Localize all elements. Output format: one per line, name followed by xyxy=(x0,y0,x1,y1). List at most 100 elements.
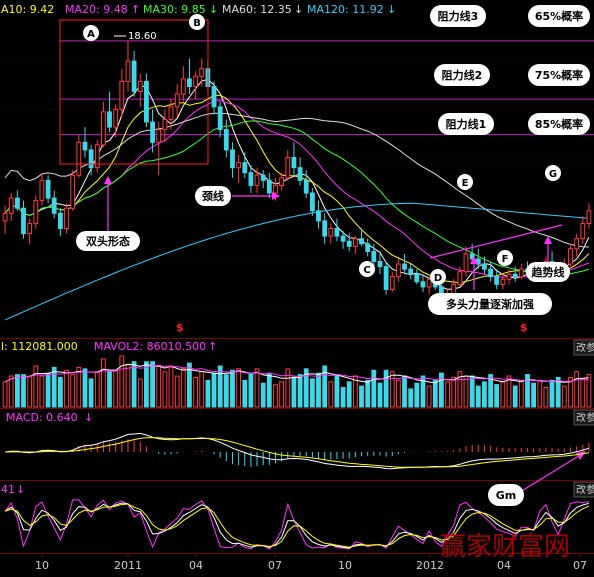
candle-body xyxy=(137,80,143,93)
candle-body xyxy=(500,278,506,285)
point-e-label: E xyxy=(462,178,469,189)
candle-body xyxy=(187,78,192,88)
candle-body xyxy=(506,273,512,280)
candle-body xyxy=(402,263,407,270)
candle-body xyxy=(346,240,352,247)
candle-body xyxy=(230,149,235,169)
volume-bar xyxy=(414,382,420,408)
volume-bar xyxy=(131,361,137,408)
x-axis-ticks: 10 2011 04 07 10 2012 04 07 xyxy=(35,553,587,572)
candle-body xyxy=(383,266,389,290)
candle-body xyxy=(180,78,186,95)
candle-body xyxy=(353,238,358,247)
candle-body xyxy=(199,68,205,77)
candle-body xyxy=(144,80,149,123)
point-f-label: F xyxy=(502,254,509,265)
volume-bar xyxy=(500,381,506,408)
volume-bar xyxy=(334,374,340,408)
volume-bar xyxy=(51,366,57,408)
volume-bar xyxy=(205,379,211,408)
volume-bar xyxy=(137,378,143,408)
candle-body xyxy=(8,197,14,214)
ma30-value: MA30: 9.85 xyxy=(143,3,206,16)
peak-price-label: 18.60 xyxy=(128,31,157,42)
volume-bar xyxy=(39,375,45,408)
candle-body xyxy=(2,212,8,222)
candle-body xyxy=(131,60,137,92)
gm-arrow xyxy=(519,453,583,493)
resistance-2-label: 阻力线2 xyxy=(442,68,483,82)
x-tick-label: 07 xyxy=(268,559,282,572)
volume-bar xyxy=(469,375,475,408)
volume-bar xyxy=(174,375,180,408)
candle-body xyxy=(365,243,371,252)
volume-bar xyxy=(396,379,401,408)
volume-bar xyxy=(113,369,119,408)
volume-param-button-label: 改参 xyxy=(576,341,594,354)
volume-bar xyxy=(377,382,383,408)
volume-bar xyxy=(297,374,303,408)
candle-body xyxy=(162,119,168,131)
volume-bar xyxy=(273,384,278,408)
neckline-label: 颈线 xyxy=(202,189,224,203)
candle-body xyxy=(260,174,266,181)
candle-body xyxy=(488,268,494,278)
volume-bar xyxy=(8,375,14,408)
ma120-arrow: ↓ xyxy=(387,3,396,16)
bull-strength-label: 多头力量逐渐加强 xyxy=(446,297,534,311)
x-tick-label: 10 xyxy=(35,559,49,572)
candle-body xyxy=(310,192,315,212)
candle-body xyxy=(211,86,217,108)
macd-value: MACD: 0.640 xyxy=(6,411,78,424)
volume-bar xyxy=(33,365,39,408)
point-labels: A B C D E F G xyxy=(83,14,561,285)
candle-body xyxy=(518,268,524,278)
candle-body xyxy=(359,238,364,245)
volume-bar xyxy=(2,381,8,408)
volume-bar xyxy=(475,385,481,408)
candle-body xyxy=(101,111,106,146)
double-top-label: 双头形态 xyxy=(86,234,130,248)
candle-body xyxy=(340,235,346,242)
signal-marker-1: $ xyxy=(176,321,184,334)
volume-bar xyxy=(248,372,254,408)
candle-body xyxy=(33,200,39,224)
candle-body xyxy=(396,263,401,278)
candle-body xyxy=(254,174,260,186)
panel-borders xyxy=(0,338,594,554)
dea-line xyxy=(5,437,589,468)
gm-arrowhead xyxy=(576,451,586,460)
volume-header: l: 112081.000 MAVOL2: 86010.500 ↑ xyxy=(1,340,217,353)
candle-body xyxy=(303,179,309,194)
candle-body xyxy=(334,228,340,237)
volume-bar xyxy=(199,371,205,408)
ma60-arrow: ↓ xyxy=(294,3,303,16)
x-tick-label: 07 xyxy=(573,559,587,572)
volume-bar xyxy=(88,378,94,408)
candle-body xyxy=(414,273,420,283)
volume-bar xyxy=(574,371,580,408)
volume-bar xyxy=(512,385,518,408)
volume-bar xyxy=(236,368,241,408)
oscillator-value: 41 xyxy=(1,483,15,496)
macd-header: MACD: 0.640 ↓ xyxy=(6,411,93,424)
trendline-label: 趋势线 xyxy=(532,265,565,279)
candle-body xyxy=(223,129,229,151)
volume-bar xyxy=(21,374,26,408)
volume-bar xyxy=(531,382,537,408)
oscillator-param-button-label: 改参 xyxy=(576,483,594,496)
candle-body xyxy=(76,141,82,176)
volume-bar xyxy=(494,384,500,408)
resistance-3-label: 阻力线3 xyxy=(438,9,479,23)
candle-body xyxy=(217,106,223,131)
candle-body xyxy=(586,210,592,225)
candle-body xyxy=(27,223,33,235)
volume-bar xyxy=(543,387,549,408)
volume-bar xyxy=(230,369,235,408)
volume-bar xyxy=(64,369,69,408)
double-top-arrowhead xyxy=(104,176,112,184)
candle-body xyxy=(266,179,272,194)
gridlines xyxy=(0,59,594,311)
volume-bar xyxy=(580,378,586,408)
watermark: 赢家财富网 xyxy=(440,532,570,562)
